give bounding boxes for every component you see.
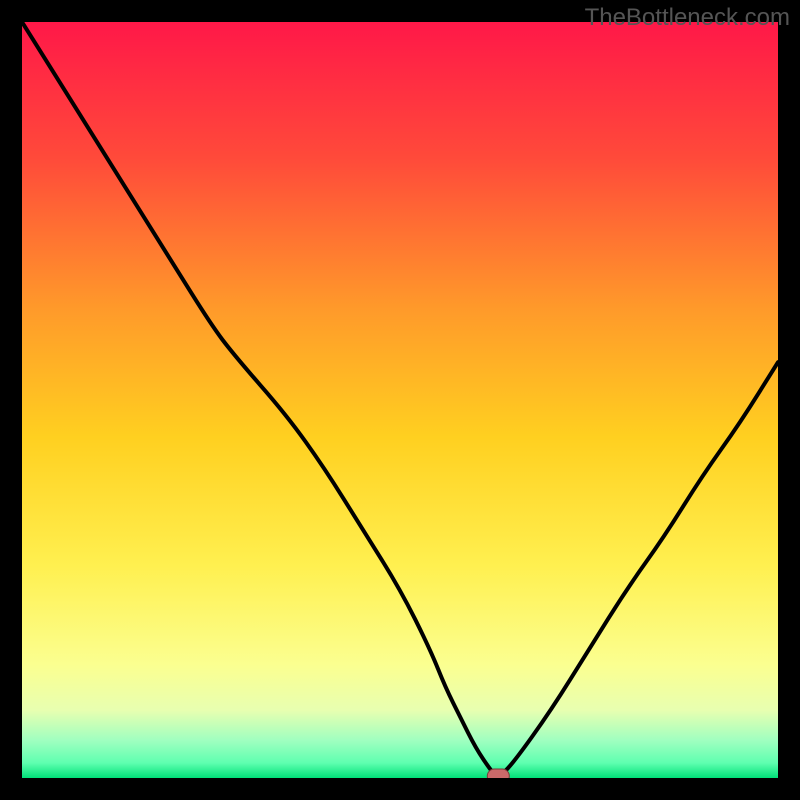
optimal-marker [487,769,509,778]
watermark-text: TheBottleneck.com [585,4,790,32]
chart-background [22,22,778,778]
chart-container: TheBottleneck.com [0,0,800,800]
plot-area [22,22,778,778]
chart-svg [22,22,778,778]
